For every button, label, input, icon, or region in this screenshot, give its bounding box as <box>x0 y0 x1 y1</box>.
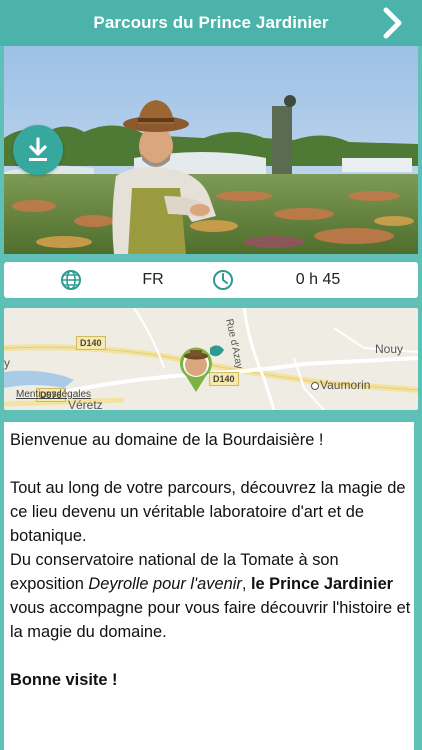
welcome-text: Bienvenue au domaine de la Bourdaisière … <box>10 431 324 449</box>
town-label-vaumorin: Vaumorin <box>320 378 371 392</box>
app-header: Parcours du Prince Jardinier <box>0 0 422 46</box>
tour-map[interactable]: D140 D140 D976 Rue d'Azay Nouy Vaumorin … <box>4 308 418 410</box>
description-text-2c: vous accompagne pour vous faire découvri… <box>10 599 411 641</box>
page-title: Parcours du Prince Jardinier <box>93 13 329 32</box>
hero-image <box>4 46 418 254</box>
garden-scene-illustration <box>4 46 418 254</box>
tour-info-bar: FR 0 h 45 <box>4 262 418 298</box>
description-text-1: Tout au long de votre parcours, découvre… <box>10 479 406 545</box>
prince-jardinier-name: le Prince Jardinier <box>250 575 394 593</box>
download-icon <box>29 137 47 161</box>
closing-bold: Bonne visite ! <box>10 671 118 689</box>
language-globe <box>4 269 138 291</box>
duration-value: 0 h 45 <box>295 271 341 288</box>
town-label-fragment: y <box>4 356 10 370</box>
language-value: FR <box>142 271 164 288</box>
tour-location-marker[interactable] <box>176 344 216 394</box>
map-pin-icon <box>180 347 212 392</box>
town-dot <box>311 382 319 390</box>
exhibition-name: Deyrolle pour l'avenir <box>88 575 242 593</box>
download-button[interactable] <box>13 125 63 175</box>
description-paragraph-2: Du conservatoire national de la Tomate à… <box>10 548 414 644</box>
description-text-2b: , <box>241 575 251 593</box>
clock-icon <box>213 270 233 290</box>
road-label-d140-a: D140 <box>76 336 106 350</box>
tour-description: Bienvenue au domaine de la Bourdaisière … <box>4 422 414 750</box>
next-button[interactable] <box>378 6 408 40</box>
duration-clock <box>168 269 278 291</box>
globe-icon <box>61 270 81 290</box>
town-label-nouy: Nouy <box>375 342 404 356</box>
chevron-right-icon <box>383 7 402 39</box>
closing-text: Bonne visite ! <box>10 668 414 692</box>
legal-notice-link[interactable]: Mentions légales <box>16 389 91 400</box>
description-paragraph-1: Tout au long de votre parcours, découvre… <box>10 476 414 548</box>
